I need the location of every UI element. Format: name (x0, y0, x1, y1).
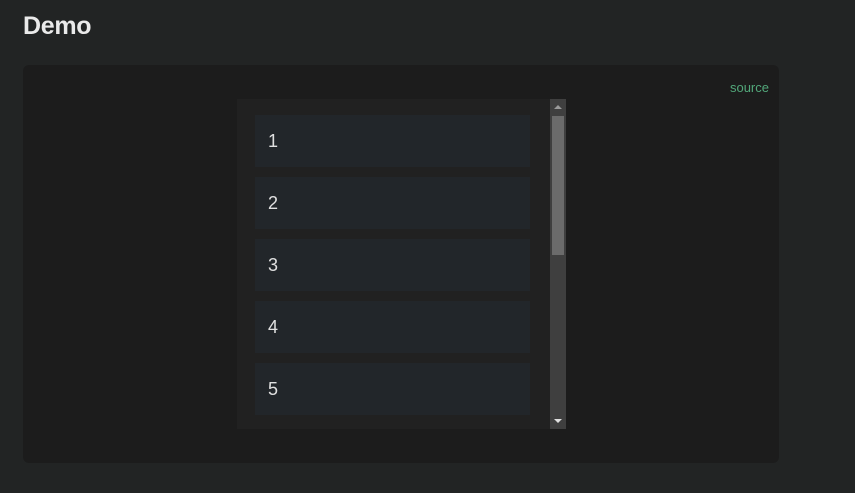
scroll-up-button[interactable] (550, 99, 566, 115)
list-track: 1 2 3 4 5 (237, 99, 550, 429)
list-item[interactable]: 1 (255, 115, 530, 167)
arrow-up-icon (554, 105, 562, 109)
demo-panel: source 1 2 3 4 5 (23, 65, 779, 463)
list-item[interactable]: 5 (255, 363, 530, 415)
list-item[interactable]: 3 (255, 239, 530, 291)
scroll-down-button[interactable] (550, 413, 566, 429)
source-link[interactable]: source (730, 80, 769, 95)
vertical-scrollbar[interactable] (550, 99, 566, 429)
arrow-down-icon (554, 419, 562, 423)
list-item[interactable]: 2 (255, 177, 530, 229)
list-item[interactable]: 4 (255, 301, 530, 353)
page-title: Demo (23, 12, 92, 40)
scrollbar-thumb[interactable] (552, 116, 564, 255)
virtual-list[interactable]: 1 2 3 4 5 (237, 99, 566, 429)
